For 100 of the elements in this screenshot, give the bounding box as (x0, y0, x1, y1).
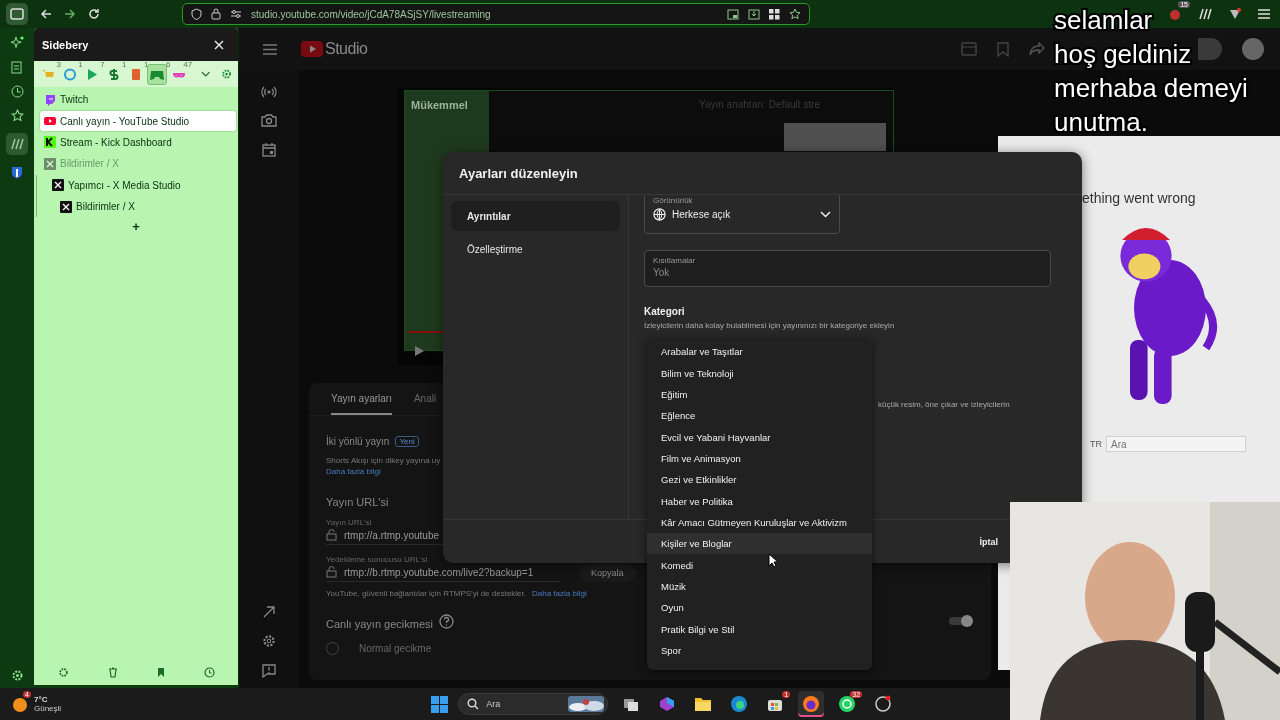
menu-item[interactable]: Müzik (647, 575, 872, 598)
tab-item[interactable]: Yapımcı - X Media Studio (48, 175, 236, 196)
new-badge: Yeni (395, 436, 419, 447)
site-icon (44, 115, 56, 128)
site-icon (44, 157, 56, 170)
new-tab-button[interactable]: + (128, 219, 144, 235)
panel-tab[interactable]: 1 (103, 63, 124, 85)
chevron-down-icon (820, 211, 831, 218)
search-field[interactable]: Ara (458, 693, 609, 715)
tab-item[interactable]: Stream - Kick Dashboard (40, 132, 236, 153)
share-icon[interactable] (1029, 42, 1045, 56)
settings-tab[interactable]: Yayın ayarları (331, 383, 392, 415)
bookmark-icon[interactable] (156, 666, 165, 678)
nested-title: Mükemmel (411, 99, 469, 111)
count-label: 1 (78, 59, 83, 69)
tab-title: Canlı yayın - YouTube Studio (60, 115, 190, 127)
count-label: 1 (144, 59, 149, 69)
settings-icon[interactable] (262, 634, 276, 648)
reload-icon[interactable] (88, 8, 100, 20)
copy-button[interactable]: Kopyala (579, 564, 636, 582)
address-bar[interactable]: studio.youtube.com/video/jCdA78ASjSY/livestreaming (182, 3, 810, 25)
menu-item[interactable]: Haber ve Politika (647, 490, 872, 512)
learn-more-link[interactable]: Daha fazla bilgi (326, 467, 381, 476)
url-field[interactable]: rtmp://b.rtmp.youtube.com/live2?backup=1 (326, 564, 561, 582)
count-label: 7 (100, 59, 105, 69)
site-icon (60, 200, 72, 213)
learn-more-link[interactable]: Daha fazla bilgi (532, 589, 587, 598)
arrow-icon[interactable] (263, 606, 275, 618)
panel-tab[interactable]: 1 (125, 63, 146, 85)
settings-icon[interactable] (57, 666, 69, 678)
taskbar-app[interactable] (798, 691, 825, 717)
sun-icon (10, 695, 28, 713)
history-icon[interactable] (10, 85, 24, 98)
dialog-nav-item[interactable]: Özelleştirme (451, 234, 620, 264)
unlock-icon (326, 566, 337, 578)
tab-title: Twitch (60, 94, 89, 106)
visibility-dropdown[interactable]: Görünürlük Herkese açık (644, 195, 840, 234)
tab-item[interactable]: Twitch (40, 89, 236, 110)
star-icon[interactable] (10, 109, 24, 122)
restrictions-field[interactable]: Kısıtlamalar Yok (644, 250, 1051, 287)
menu-item[interactable]: Komedi (647, 554, 872, 576)
document-icon[interactable] (11, 61, 23, 74)
menu-item[interactable]: Gezi ve Etkinlikler (647, 469, 872, 491)
menu-item[interactable]: Oyun (647, 597, 872, 619)
extension-icon[interactable] (1168, 7, 1182, 21)
dialog-nav-item[interactable]: Ayrıntılar (451, 201, 620, 231)
menu-item[interactable]: Arabalar ve Taşıtlar (647, 341, 872, 363)
menu-icon[interactable] (263, 43, 277, 55)
note-text: YouTube, güvenli bağlantılar için RTMPS'yi de destekler. (326, 589, 526, 598)
panel-tab[interactable]: 6 (147, 63, 168, 85)
avatar-icon[interactable] (1242, 38, 1264, 60)
feedback-icon[interactable] (262, 664, 276, 678)
play-icon[interactable] (414, 345, 425, 357)
lock-icon (211, 8, 221, 20)
menu-item[interactable]: Pratik Bilgi ve Stil (647, 618, 872, 640)
edge-icon (730, 695, 749, 713)
globe-icon (653, 208, 666, 221)
settings-icon[interactable] (10, 669, 24, 682)
menu-item[interactable]: Evcil ve Yabani Hayvanlar (647, 426, 872, 448)
sidebar-toggle-button[interactable] (6, 3, 28, 25)
cancel-button[interactable]: İptal (969, 530, 1008, 553)
tab-item[interactable]: Canlı yayın - YouTube Studio (40, 111, 236, 132)
menu-item[interactable]: Kâr Amacı Gütmeyen Kuruluşlar ve Aktivizm (647, 511, 872, 534)
toggle-switch[interactable] (948, 614, 974, 628)
grid-icon[interactable] (769, 8, 780, 20)
trash-icon[interactable] (107, 666, 118, 678)
sidebery-button[interactable] (6, 133, 28, 155)
sidebar-icon[interactable] (1198, 8, 1212, 20)
tab-title: Bildirimler / X (76, 201, 135, 213)
tab-item[interactable]: Bildirimler / X (56, 196, 236, 217)
download-icon[interactable] (748, 8, 760, 20)
menu-item[interactable]: Film ve Animasyon (647, 447, 872, 470)
progress-line (408, 331, 445, 333)
cursor-icon (768, 553, 778, 568)
sidebar-title: Sidebery (42, 38, 89, 51)
calendar-icon[interactable] (262, 143, 276, 157)
site-icon (52, 179, 64, 192)
menu-item[interactable]: Eğlence (647, 405, 872, 427)
camera-icon[interactable] (261, 114, 277, 127)
menu-item[interactable]: Kişiler ve Bloglar (647, 533, 872, 555)
unlock-icon (326, 529, 337, 541)
chevron-down-icon[interactable] (201, 71, 211, 77)
tab-title: Bildirimler / X (60, 158, 119, 170)
search-field[interactable]: Ara (1106, 436, 1246, 452)
picture-in-picture-icon[interactable] (727, 8, 739, 20)
star-icon[interactable] (789, 8, 801, 20)
settings-icon[interactable] (220, 68, 232, 80)
menu-item[interactable]: Bilim ve Teknoloji (647, 362, 872, 384)
broadcast-icon[interactable] (261, 86, 277, 98)
help-icon[interactable] (439, 613, 454, 629)
sparkle-icon[interactable] (10, 36, 24, 50)
start-icon[interactable] (431, 695, 449, 713)
clock-icon[interactable] (203, 666, 215, 678)
play-logo-icon[interactable] (301, 41, 323, 57)
caption-text: selamlar (1054, 4, 1153, 37)
forward-icon[interactable] (64, 8, 76, 20)
menu-item[interactable]: Eğitim (647, 383, 872, 406)
menu-item[interactable]: Spor (647, 639, 872, 662)
close-icon[interactable] (214, 39, 224, 50)
back-icon[interactable] (40, 8, 52, 20)
